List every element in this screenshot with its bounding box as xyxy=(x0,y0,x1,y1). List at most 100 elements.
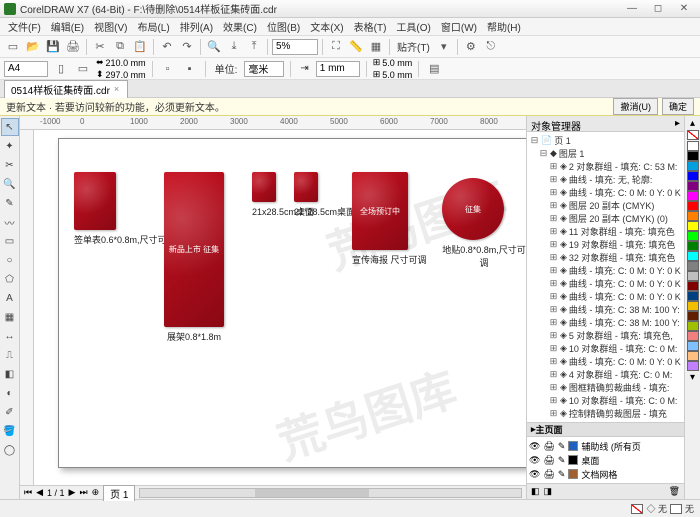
color-swatch[interactable] xyxy=(687,281,699,291)
master-page-section[interactable]: ▸ 主页面 xyxy=(527,422,684,437)
search-icon[interactable]: 🔍 xyxy=(205,38,223,56)
layer-row[interactable]: 👁🖨✎辅助线 (所有页 xyxy=(529,439,682,453)
tree-item[interactable]: ⊞◈ 5 对象群组 - 填充: 填充色, xyxy=(529,329,682,342)
maximize-button[interactable]: ◻ xyxy=(646,2,670,16)
zoom-tool-icon[interactable]: 🔍 xyxy=(1,175,19,193)
new-icon[interactable]: ▭ xyxy=(4,38,22,56)
orientation-landscape-icon[interactable]: ▭ xyxy=(74,60,92,78)
page-next-icon[interactable]: ▶ xyxy=(69,487,76,498)
page-all-icon[interactable]: ▪ xyxy=(181,60,199,78)
outline-tool-icon[interactable]: ◯ xyxy=(1,441,19,459)
tree-item[interactable]: ⊞◈ 曲线 - 填充: C: 0 M: 0 Y: 0 K xyxy=(529,290,682,303)
no-color-swatch[interactable] xyxy=(687,130,699,140)
open-icon[interactable]: 📂 xyxy=(24,38,42,56)
import-icon[interactable]: ⤓ xyxy=(225,38,243,56)
tree-item[interactable]: ⊞◈ 曲线 - 填充: C: 0 M: 0 Y: 0 K xyxy=(529,277,682,290)
tree-item[interactable]: ⊞◈ 曲线 - 填充: C: 0 M: 0 Y: 0 K xyxy=(529,186,682,199)
print-icon[interactable]: 🖨 xyxy=(64,38,82,56)
layer-row[interactable]: 👁🖨✎文档网格 xyxy=(529,467,682,481)
tree-item[interactable]: ⊞◈ 32 对象群组 - 填充: 填充色 xyxy=(529,251,682,264)
canvas[interactable]: 荒鸟图库 荒鸟图库 签单表0.6*0.8m,尺寸可调新品上市 征集展架0.8*1… xyxy=(34,130,526,485)
tab-close-icon[interactable]: × xyxy=(114,84,119,94)
connector-tool-icon[interactable]: ⎍ xyxy=(1,346,19,364)
menu-edit[interactable]: 编辑(E) xyxy=(47,18,88,35)
copy-icon[interactable]: ⧉ xyxy=(111,38,129,56)
color-swatch[interactable] xyxy=(687,221,699,231)
tree-item[interactable]: ⊞◈ 曲线 - 填充: 无, 轮廓: xyxy=(529,173,682,186)
menu-arrange[interactable]: 排列(A) xyxy=(176,18,217,35)
page-icon[interactable]: ▫ xyxy=(159,60,177,78)
cut-icon[interactable]: ✂ xyxy=(91,38,109,56)
color-swatch[interactable] xyxy=(687,311,699,321)
tree-item[interactable]: ⊞◈ 曲线 - 填充: C: 0 M: 0 Y: 0 K xyxy=(529,264,682,277)
menu-view[interactable]: 视图(V) xyxy=(90,18,131,35)
menu-effects[interactable]: 效果(C) xyxy=(219,18,261,35)
ruler-vertical[interactable] xyxy=(20,130,34,485)
artistic-media-icon[interactable]: 〰 xyxy=(1,213,19,231)
tree-item[interactable]: ⊞◈ 4 对象群组 - 填充: C: 0 M: xyxy=(529,368,682,381)
color-swatch[interactable] xyxy=(687,351,699,361)
color-swatch[interactable] xyxy=(687,201,699,211)
document-options-icon[interactable]: ▤ xyxy=(425,60,443,78)
tree-item[interactable]: ⊞◈ 图层 20 副本 (CMYK) xyxy=(529,199,682,212)
units-input[interactable] xyxy=(244,61,284,77)
color-swatch[interactable] xyxy=(687,361,699,371)
page-add-icon[interactable]: ⊕ xyxy=(92,487,100,498)
artwork-floor[interactable]: 征集地贴0.8*0.8m,尺寸可调 xyxy=(442,178,526,269)
color-swatch[interactable] xyxy=(687,231,699,241)
menu-window[interactable]: 窗口(W) xyxy=(437,18,481,35)
table-tool-icon[interactable]: ▦ xyxy=(1,308,19,326)
color-swatch[interactable] xyxy=(687,211,699,221)
color-swatch[interactable] xyxy=(687,151,699,161)
options-icon[interactable]: ⚙ xyxy=(462,38,480,56)
crop-tool-icon[interactable]: ✂ xyxy=(1,156,19,174)
page-last-icon[interactable]: ⏭ xyxy=(79,487,87,498)
zoom-input[interactable] xyxy=(272,39,318,55)
freehand-tool-icon[interactable]: ✎ xyxy=(1,194,19,212)
color-swatch[interactable] xyxy=(687,271,699,281)
new-master-icon[interactable]: ◨ xyxy=(544,486,553,497)
fill-tool-icon[interactable]: 🪣 xyxy=(1,422,19,440)
tree-item[interactable]: ⊞◈ 2 对象群组 - 填充: C: 53 M: xyxy=(529,160,682,173)
page-first-icon[interactable]: ⏮ xyxy=(24,487,32,498)
tree-item[interactable]: ⊞◈ 曲线 - 填充: C: 38 M: 100 Y: xyxy=(529,316,682,329)
grid-icon[interactable]: ▦ xyxy=(367,38,385,56)
ruler-icon[interactable]: 📏 xyxy=(347,38,365,56)
dimension-tool-icon[interactable]: ↔ xyxy=(1,327,19,345)
tree-item[interactable]: ⊞◈ 曲线 - 填充: C: 0 M: 0 Y: 0 K xyxy=(529,355,682,368)
effects-tool-icon[interactable]: ◧ xyxy=(1,365,19,383)
fullscreen-icon[interactable]: ⛶ xyxy=(327,38,345,56)
menu-tools[interactable]: 工具(O) xyxy=(392,18,434,35)
hscrollbar[interactable] xyxy=(139,488,522,498)
new-layer-icon[interactable]: ◧ xyxy=(531,486,540,497)
polygon-tool-icon[interactable]: ⬠ xyxy=(1,270,19,288)
text-tool-icon[interactable]: A xyxy=(1,289,19,307)
color-swatch[interactable] xyxy=(687,291,699,301)
tree-item[interactable]: ⊞◈ 10 对象群组 - 填充: C: 0 M: xyxy=(529,342,682,355)
save-icon[interactable]: 💾 xyxy=(44,38,62,56)
paper-size-input[interactable] xyxy=(4,61,48,77)
ellipse-tool-icon[interactable]: ○ xyxy=(1,251,19,269)
fill-swatch[interactable] xyxy=(631,504,643,514)
page-prev-icon[interactable]: ◀ xyxy=(36,487,43,498)
color-swatch[interactable] xyxy=(687,261,699,271)
paste-icon[interactable]: 📋 xyxy=(131,38,149,56)
menu-text[interactable]: 文本(X) xyxy=(306,18,347,35)
minimize-button[interactable]: — xyxy=(620,2,644,16)
palette-down-icon[interactable]: ▾ xyxy=(690,372,695,383)
tree-item[interactable]: ⊞◈ 11 对象群组 - 填充: 填充色 xyxy=(529,225,682,238)
menu-layout[interactable]: 布局(L) xyxy=(133,18,173,35)
artwork-s2[interactable]: 21*28.5cm桌面 xyxy=(294,172,355,218)
shape-tool-icon[interactable]: ✦ xyxy=(1,137,19,155)
close-button[interactable]: ✕ xyxy=(672,2,696,16)
ok-button[interactable]: 确定 xyxy=(662,98,694,115)
color-swatch[interactable] xyxy=(687,301,699,311)
palette-up-icon[interactable]: ▴ xyxy=(690,118,695,129)
transparency-icon[interactable]: ◐ xyxy=(1,384,19,402)
snap-dropdown-icon[interactable]: ▾ xyxy=(435,38,453,56)
orientation-portrait-icon[interactable]: ▯ xyxy=(52,60,70,78)
tree-item[interactable]: ⊞◈ 图框精确剪裁曲线 - 填充: xyxy=(529,381,682,394)
document-tab[interactable]: 0514样板征集砖面.cdr × xyxy=(4,80,128,98)
tree-item[interactable]: ⊞◈ 曲线 - 填充: C: 38 M: 100 Y: xyxy=(529,303,682,316)
tree-item[interactable]: ⊞◈ 控制精确剪裁图层 - 填充 xyxy=(529,407,682,420)
